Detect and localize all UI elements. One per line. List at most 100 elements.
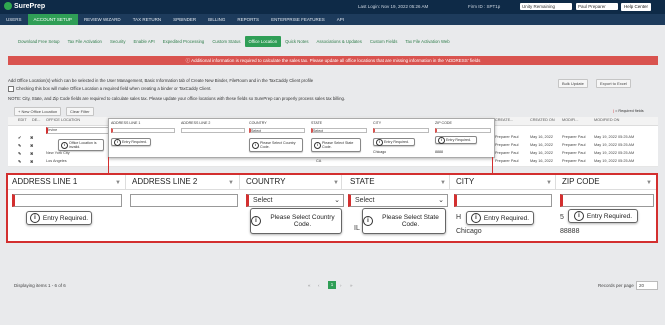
zoom-head-zip[interactable]: ZIP CODE: [558, 175, 656, 189]
nav-account-setup[interactable]: ACCOUNT SETUP: [27, 14, 78, 25]
modified-by: Preparer Paul: [562, 159, 586, 163]
delete-icon[interactable]: ✖: [30, 151, 33, 156]
save-icon[interactable]: ✔: [18, 135, 21, 140]
country-select[interactable]: Select ⌄: [246, 194, 344, 207]
created-by: Preparer Paul: [495, 143, 519, 147]
zip-input[interactable]: [560, 194, 654, 207]
firm-select[interactable]: Unity Remaining: [520, 3, 572, 10]
page-1-button[interactable]: 1: [328, 281, 336, 289]
tip-country-required: i Please Select Country Code.: [250, 208, 342, 234]
sp-head-address1: ADDRESS LINE 1: [111, 121, 141, 125]
sp-tip-address1: i Entry Required.: [111, 138, 151, 146]
cancel-icon[interactable]: ✖: [30, 135, 33, 140]
tab-quick-notes[interactable]: Quick Notes: [281, 36, 312, 47]
required-checkbox[interactable]: [8, 86, 14, 92]
nav-tax-return[interactable]: TAX RETURN: [127, 14, 167, 25]
tab-office-location[interactable]: Office Location: [244, 36, 282, 47]
sp-head-country: COUNTRY: [249, 121, 267, 125]
modified-by: Preparer Paul: [562, 151, 586, 155]
nav-api[interactable]: API: [331, 14, 350, 25]
delete-icon[interactable]: ✖: [30, 143, 33, 148]
next-page-icon[interactable]: ›: [340, 283, 342, 288]
office-location-input[interactable]: Irvine: [46, 127, 109, 134]
tip-zip-required: i Entry Required.: [568, 209, 638, 223]
header-divider: [8, 189, 656, 190]
nav-users[interactable]: USERS: [0, 14, 28, 25]
tab-tax-file-activation[interactable]: Tax File Activation: [64, 36, 106, 47]
sp-address2-input[interactable]: [181, 128, 245, 133]
info-icon: i: [573, 211, 584, 221]
nav-billing[interactable]: BILLING: [202, 14, 231, 25]
address1-input[interactable]: [12, 194, 122, 207]
sp-tip-city: i Entry Required.: [373, 138, 415, 146]
tab-expedited-processing[interactable]: Expedited Processing: [159, 36, 209, 47]
tab-download-free-setup[interactable]: Download Free Setup: [14, 36, 64, 47]
tab-custom-fields[interactable]: Custom Fields: [366, 36, 401, 47]
filter-icon[interactable]: ▼: [546, 180, 552, 186]
first-page-icon[interactable]: «: [308, 283, 311, 288]
sp-zip-input[interactable]: [435, 128, 491, 133]
zoom-connector-left: [108, 157, 109, 173]
export-excel-button[interactable]: Export to Excel: [596, 79, 631, 88]
sp-head-city: CITY: [373, 121, 382, 125]
zoom-head-state[interactable]: STATE: [346, 175, 450, 189]
nav-spbinder[interactable]: SPBINDER: [167, 14, 202, 25]
tab-security[interactable]: Security: [106, 36, 130, 47]
sp-city-value: Chicago: [373, 150, 387, 154]
tip-state-required: i Please Select State Code.: [362, 208, 446, 234]
sp-country-select[interactable]: Select: [249, 128, 305, 133]
created-by: Preparer Paul: [495, 159, 519, 163]
records-per-page-select[interactable]: 20: [636, 281, 658, 290]
zoom-head-address1[interactable]: ADDRESS LINE 1: [8, 175, 126, 189]
office-location: New York City: [46, 151, 70, 155]
info-icon: i: [314, 141, 321, 149]
created-on: May 16, 2022: [530, 143, 554, 147]
edit-icon[interactable]: ✎: [18, 159, 21, 164]
address2-input[interactable]: [130, 194, 238, 207]
table-row[interactable]: ✎ ✖ Los Angeles CA Preparer Paul May 16,…: [8, 158, 658, 167]
logo-icon: [4, 2, 12, 10]
tab-custom-status[interactable]: Custom Status: [208, 36, 244, 47]
created-on: May 16, 2022: [530, 151, 554, 155]
filter-icon[interactable]: ▼: [228, 180, 234, 186]
user-select[interactable]: Paul Preparer: [576, 3, 618, 10]
filter-icon[interactable]: ▼: [333, 180, 339, 186]
filter-icon[interactable]: ▼: [440, 180, 446, 186]
created-by: Preparer Paul: [495, 151, 519, 155]
zoomed-edit-row: ADDRESS LINE 1 ADDRESS LINE 2 COUNTRY ST…: [6, 173, 658, 243]
bulk-update-button[interactable]: Bulk Update: [558, 79, 588, 88]
nav-enterprise-features[interactable]: ENTERPRISE FEATURES: [265, 14, 331, 25]
clear-filter-button[interactable]: Clear Filter: [66, 107, 94, 116]
zoom-head-country[interactable]: COUNTRY: [242, 175, 342, 189]
error-banner: ⓘ Additional information is required to …: [8, 56, 658, 65]
col-modified-on: MODIFIED ON: [594, 118, 620, 122]
zoom-head-address2[interactable]: ADDRESS LINE 2: [128, 175, 240, 189]
zoom-head-city[interactable]: CITY: [452, 175, 556, 189]
required-legend: | = Required fields: [613, 109, 644, 113]
city-input[interactable]: [454, 194, 552, 207]
filter-icon[interactable]: ▼: [115, 180, 121, 186]
sp-city-input[interactable]: [373, 128, 429, 133]
tab-enable-api[interactable]: Enable API: [129, 36, 158, 47]
edit-icon[interactable]: ✎: [18, 143, 21, 148]
nav-review-wizard[interactable]: REVIEW WIZARD: [78, 14, 127, 25]
modified-on: May 19, 2022 05:25 AM: [594, 135, 635, 139]
note-line-2: Checking this box will make Office Locat…: [16, 86, 212, 91]
state-underlay: IL: [354, 225, 360, 232]
zip-value: 88888: [560, 228, 580, 235]
help-center-button[interactable]: Help Center: [621, 3, 652, 11]
prev-page-icon[interactable]: ‹: [318, 283, 320, 288]
last-page-icon[interactable]: »: [350, 283, 353, 288]
add-office-location-button[interactable]: + New Office Location: [14, 107, 62, 116]
edit-icon[interactable]: ✎: [18, 151, 21, 156]
sp-state-select[interactable]: Select: [311, 128, 367, 133]
tab-associations[interactable]: Associations & Updates: [313, 36, 366, 47]
delete-icon[interactable]: ✖: [30, 159, 33, 164]
nav-reports[interactable]: REPORTS: [231, 14, 265, 25]
tab-tax-file-activation-web[interactable]: Tax File Activation Web: [401, 36, 453, 47]
sp-address1-input[interactable]: [111, 128, 175, 133]
chevron-down-icon: ⌄: [334, 197, 340, 204]
brand-logo[interactable]: SurePrep: [4, 2, 45, 10]
state-select[interactable]: Select ⌄: [348, 194, 448, 207]
filter-icon[interactable]: ▼: [646, 180, 652, 186]
